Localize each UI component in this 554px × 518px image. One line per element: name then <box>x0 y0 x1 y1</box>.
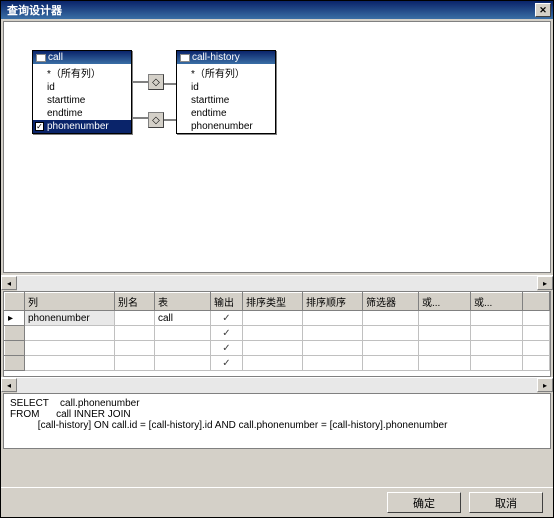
table-row[interactable]: id <box>33 81 131 94</box>
grid-scrollbar[interactable]: ◂ ▸ <box>1 377 553 393</box>
cancel-button[interactable]: 取消 <box>469 492 543 513</box>
cell-or[interactable] <box>471 311 523 326</box>
scroll-track[interactable] <box>17 378 537 393</box>
col-header[interactable]: 排序顺序 <box>303 293 363 311</box>
cell-output[interactable]: ✓ <box>211 356 243 371</box>
join-node-icon[interactable]: ◇ <box>148 112 164 128</box>
criteria-grid[interactable]: 列 别名 表 输出 排序类型 排序顺序 筛选器 或... 或... ▸ phon… <box>4 292 550 371</box>
table-row[interactable]: *（所有列） <box>177 64 275 81</box>
cell-table[interactable]: call <box>155 311 211 326</box>
table-row[interactable]: endtime <box>33 107 131 120</box>
cell-output[interactable]: ✓ <box>211 311 243 326</box>
table-row[interactable]: phonenumber <box>177 120 275 133</box>
col-header[interactable]: 筛选器 <box>363 293 419 311</box>
table-row[interactable]: endtime <box>177 107 275 120</box>
table-row[interactable]: ✓phonenumber <box>33 120 131 133</box>
ok-button[interactable]: 确定 <box>387 492 461 513</box>
button-bar: 确定 取消 <box>1 487 553 517</box>
table-columns: *（所有列） id starttime endtime phonenumber <box>177 64 275 133</box>
check-icon: ✓ <box>35 122 44 131</box>
row-selector[interactable] <box>5 356 25 371</box>
table-header[interactable]: call-history <box>177 51 275 64</box>
col-header[interactable]: 或... <box>471 293 523 311</box>
cell-output[interactable]: ✓ <box>211 341 243 356</box>
row-selector[interactable]: ▸ <box>5 311 25 326</box>
diagram-scrollbar[interactable]: ◂ ▸ <box>1 275 553 291</box>
cell-output[interactable]: ✓ <box>211 326 243 341</box>
cell-sortorder[interactable] <box>303 311 363 326</box>
table-name: call-history <box>192 52 240 63</box>
col-header[interactable]: 排序类型 <box>243 293 303 311</box>
table-call-history[interactable]: call-history *（所有列） id starttime endtime… <box>176 50 276 134</box>
table-name: call <box>48 52 63 63</box>
sql-pane[interactable]: SELECT call.phonenumber FROM call INNER … <box>3 393 551 449</box>
col-header[interactable]: 别名 <box>115 293 155 311</box>
col-header[interactable] <box>523 293 550 311</box>
titlebar: 查询设计器 ✕ <box>1 1 553 19</box>
cell-column[interactable]: phonenumber <box>25 311 115 326</box>
grid-row[interactable]: ✓ <box>5 326 550 341</box>
table-row[interactable]: starttime <box>177 94 275 107</box>
scroll-right-icon[interactable]: ▸ <box>537 378 553 392</box>
table-call[interactable]: call *（所有列） id starttime endtime ✓phonen… <box>32 50 132 134</box>
scroll-track[interactable] <box>17 276 537 291</box>
cell-sorttype[interactable] <box>243 311 303 326</box>
cell-or[interactable] <box>419 311 471 326</box>
col-header[interactable]: 或... <box>419 293 471 311</box>
scroll-left-icon[interactable]: ◂ <box>1 378 17 392</box>
table-header[interactable]: call <box>33 51 131 64</box>
col-header[interactable]: 表 <box>155 293 211 311</box>
table-row[interactable]: *（所有列） <box>33 64 131 81</box>
spacer <box>1 449 553 487</box>
row-selector[interactable] <box>5 326 25 341</box>
table-row[interactable]: starttime <box>33 94 131 107</box>
table-columns: *（所有列） id starttime endtime ✓phonenumber <box>33 64 131 133</box>
grid-row[interactable]: ✓ <box>5 356 550 371</box>
grid-row[interactable]: ▸ phonenumber call ✓ <box>5 311 550 326</box>
close-icon[interactable]: ✕ <box>535 3 551 17</box>
criteria-grid-pane: 列 别名 表 输出 排序类型 排序顺序 筛选器 或... 或... ▸ phon… <box>3 291 551 377</box>
grid-row[interactable]: ✓ <box>5 341 550 356</box>
scroll-left-icon[interactable]: ◂ <box>1 276 17 290</box>
client-area: ◇ ◇ call *（所有列） id starttime endtime ✓ph… <box>1 19 553 517</box>
row-selector[interactable] <box>5 341 25 356</box>
col-header[interactable]: 列 <box>25 293 115 311</box>
cell-alias[interactable] <box>115 311 155 326</box>
cell-filter[interactable] <box>363 311 419 326</box>
scroll-right-icon[interactable]: ▸ <box>537 276 553 290</box>
join-node-icon[interactable]: ◇ <box>148 74 164 90</box>
diagram-pane[interactable]: ◇ ◇ call *（所有列） id starttime endtime ✓ph… <box>3 21 551 273</box>
grid-icon <box>180 54 190 62</box>
grid-header-row: 列 别名 表 输出 排序类型 排序顺序 筛选器 或... 或... <box>5 293 550 311</box>
table-row[interactable]: id <box>177 81 275 94</box>
corner-cell <box>5 293 25 311</box>
col-header[interactable]: 输出 <box>211 293 243 311</box>
grid-icon <box>36 54 46 62</box>
window-title: 查询设计器 <box>3 2 62 18</box>
